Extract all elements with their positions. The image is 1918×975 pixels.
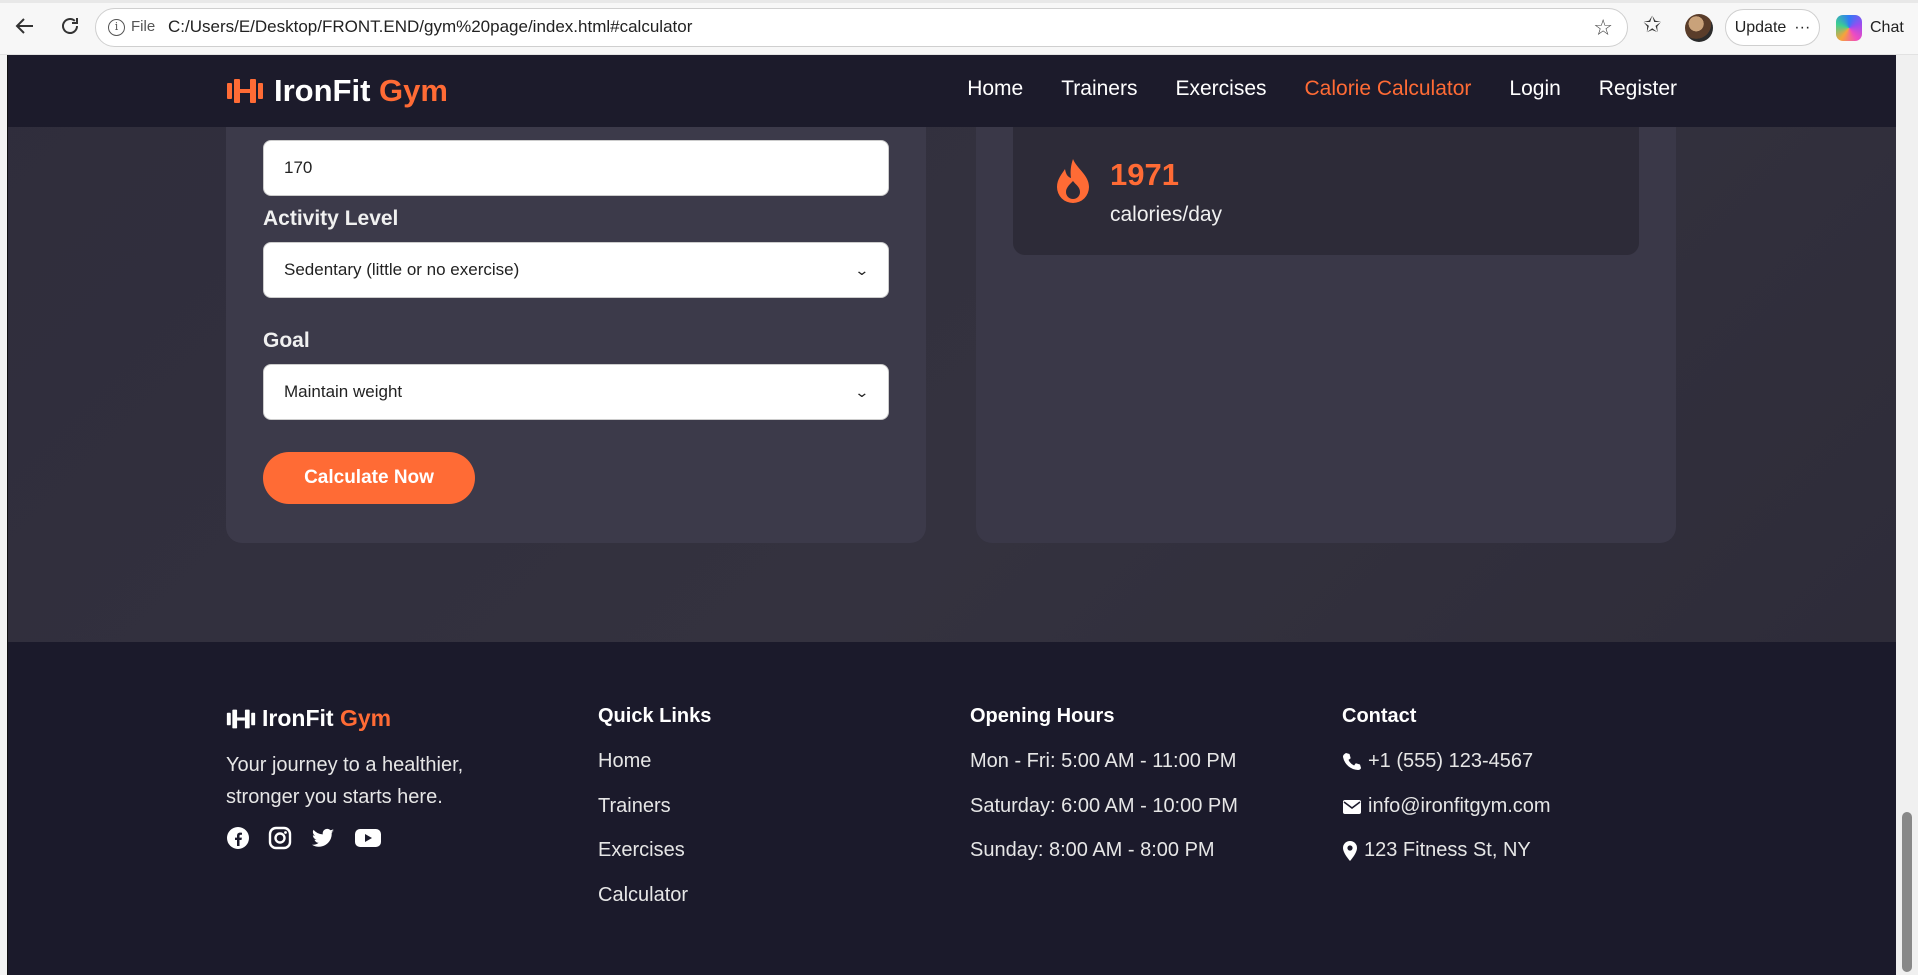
nav-trainers[interactable]: Trainers bbox=[1061, 77, 1137, 101]
browser-toolbar: i File C:/Users/E/Desktop/FRONT.END/gym%… bbox=[0, 0, 1918, 55]
hours-saturday: Saturday: 6:00 AM - 10:00 PM bbox=[970, 795, 1238, 817]
update-button[interactable]: Update ··· bbox=[1725, 9, 1820, 46]
logo-accent-text: Gym bbox=[379, 73, 448, 108]
youtube-icon[interactable] bbox=[354, 826, 382, 850]
calculate-now-button[interactable]: Calculate Now bbox=[263, 452, 475, 504]
nav-register[interactable]: Register bbox=[1599, 77, 1677, 101]
more-dots-icon: ··· bbox=[1794, 18, 1811, 36]
height-input[interactable]: 170 bbox=[263, 140, 889, 196]
result-card: 1971 calories/day bbox=[976, 95, 1676, 543]
facebook-icon[interactable] bbox=[226, 826, 250, 850]
instagram-icon[interactable] bbox=[268, 826, 292, 850]
contact-address: 123 Fitness St, NY bbox=[1342, 839, 1531, 862]
footer-logo-main: IronFit bbox=[262, 705, 334, 731]
copilot-chat-button[interactable]: Chat bbox=[1830, 9, 1915, 46]
opening-hours-title: Opening Hours bbox=[970, 705, 1115, 727]
dumbbell-icon bbox=[226, 709, 256, 728]
calorie-value: 1971 bbox=[1110, 157, 1179, 192]
profile-avatar[interactable] bbox=[1685, 14, 1713, 42]
footer-link-calculator[interactable]: Calculator bbox=[598, 884, 688, 907]
contact-phone: +1 (555) 123-4567 bbox=[1342, 750, 1533, 773]
goal-label: Goal bbox=[263, 329, 310, 352]
update-label: Update bbox=[1734, 18, 1787, 36]
phone-text: +1 (555) 123-4567 bbox=[1368, 750, 1534, 772]
goal-select[interactable]: Maintain weight ⌄ bbox=[263, 364, 889, 420]
activity-level-select[interactable]: Sedentary (little or no exercise) ⌄ bbox=[263, 242, 889, 298]
contact-email: info@ironfitgym.com bbox=[1342, 795, 1551, 818]
nav-calorie-calculator[interactable]: Calorie Calculator bbox=[1305, 77, 1472, 101]
main-nav: Home Trainers Exercises Calorie Calculat… bbox=[967, 77, 1677, 101]
footer-logo[interactable]: IronFit Gym bbox=[226, 705, 391, 732]
address-text: 123 Fitness St, NY bbox=[1364, 839, 1531, 861]
site-logo[interactable]: IronFit Gym bbox=[226, 73, 448, 109]
url-text[interactable]: C:/Users/E/Desktop/FRONT.END/gym%20page/… bbox=[168, 17, 692, 37]
page-body: IronFit Gym Home Trainers Exercises Calo… bbox=[8, 55, 1896, 975]
phone-icon bbox=[1343, 752, 1361, 770]
nav-login[interactable]: Login bbox=[1509, 77, 1560, 101]
page-scrollbar[interactable] bbox=[1896, 55, 1918, 975]
email-text: info@ironfitgym.com bbox=[1368, 795, 1551, 817]
logo-main-text: IronFit bbox=[274, 73, 371, 108]
tab-strip-edge bbox=[0, 0, 1918, 3]
copilot-icon bbox=[1836, 14, 1862, 41]
calorie-unit: calories/day bbox=[1110, 203, 1223, 226]
flame-icon bbox=[1057, 159, 1089, 203]
site-info-icon[interactable]: i bbox=[108, 19, 125, 36]
site-footer: IronFit Gym Your journey to a healthier,… bbox=[8, 642, 1896, 975]
activity-level-label: Activity Level bbox=[263, 207, 399, 230]
hours-weekdays: Mon - Fri: 5:00 AM - 11:00 PM bbox=[970, 750, 1237, 772]
bookmark-star-icon[interactable]: ☆ bbox=[1593, 16, 1613, 41]
activity-level-value: Sedentary (little or no exercise) bbox=[284, 260, 520, 279]
page-viewport: IronFit Gym Home Trainers Exercises Calo… bbox=[7, 55, 1896, 975]
goal-value: Maintain weight bbox=[284, 382, 403, 401]
favorites-icon[interactable]: ✩ bbox=[1643, 13, 1661, 38]
address-bar[interactable]: i File C:/Users/E/Desktop/FRONT.END/gym%… bbox=[95, 8, 1628, 47]
site-header: IronFit Gym Home Trainers Exercises Calo… bbox=[8, 55, 1896, 127]
contact-title: Contact bbox=[1342, 705, 1417, 727]
scrollbar-thumb[interactable] bbox=[1902, 812, 1912, 972]
nav-home[interactable]: Home bbox=[967, 77, 1023, 101]
footer-link-home[interactable]: Home bbox=[598, 750, 651, 773]
height-value: 170 bbox=[284, 158, 313, 177]
reload-icon[interactable] bbox=[57, 13, 83, 39]
chat-label: Chat bbox=[1870, 18, 1904, 36]
chevron-down-icon: ⌄ bbox=[854, 383, 870, 400]
map-pin-icon bbox=[1343, 840, 1357, 861]
back-arrow-icon[interactable] bbox=[12, 13, 38, 39]
file-scheme-label: File bbox=[131, 18, 156, 35]
dumbbell-icon bbox=[227, 79, 263, 103]
chevron-down-icon: ⌄ bbox=[854, 261, 870, 278]
twitter-icon[interactable] bbox=[310, 826, 336, 850]
footer-tagline: Your journey to a healthier, stronger yo… bbox=[226, 754, 464, 808]
nav-exercises[interactable]: Exercises bbox=[1175, 77, 1266, 101]
social-links bbox=[226, 826, 382, 850]
calculator-form-card: 170 Activity Level Sedentary (little or … bbox=[226, 95, 926, 543]
footer-logo-accent: Gym bbox=[339, 705, 392, 731]
hours-sunday: Sunday: 8:00 AM - 8:00 PM bbox=[970, 839, 1215, 861]
quick-links-title: Quick Links bbox=[598, 705, 712, 727]
footer-link-exercises[interactable]: Exercises bbox=[598, 839, 685, 862]
envelope-icon bbox=[1343, 799, 1361, 814]
footer-link-trainers[interactable]: Trainers bbox=[598, 795, 671, 818]
